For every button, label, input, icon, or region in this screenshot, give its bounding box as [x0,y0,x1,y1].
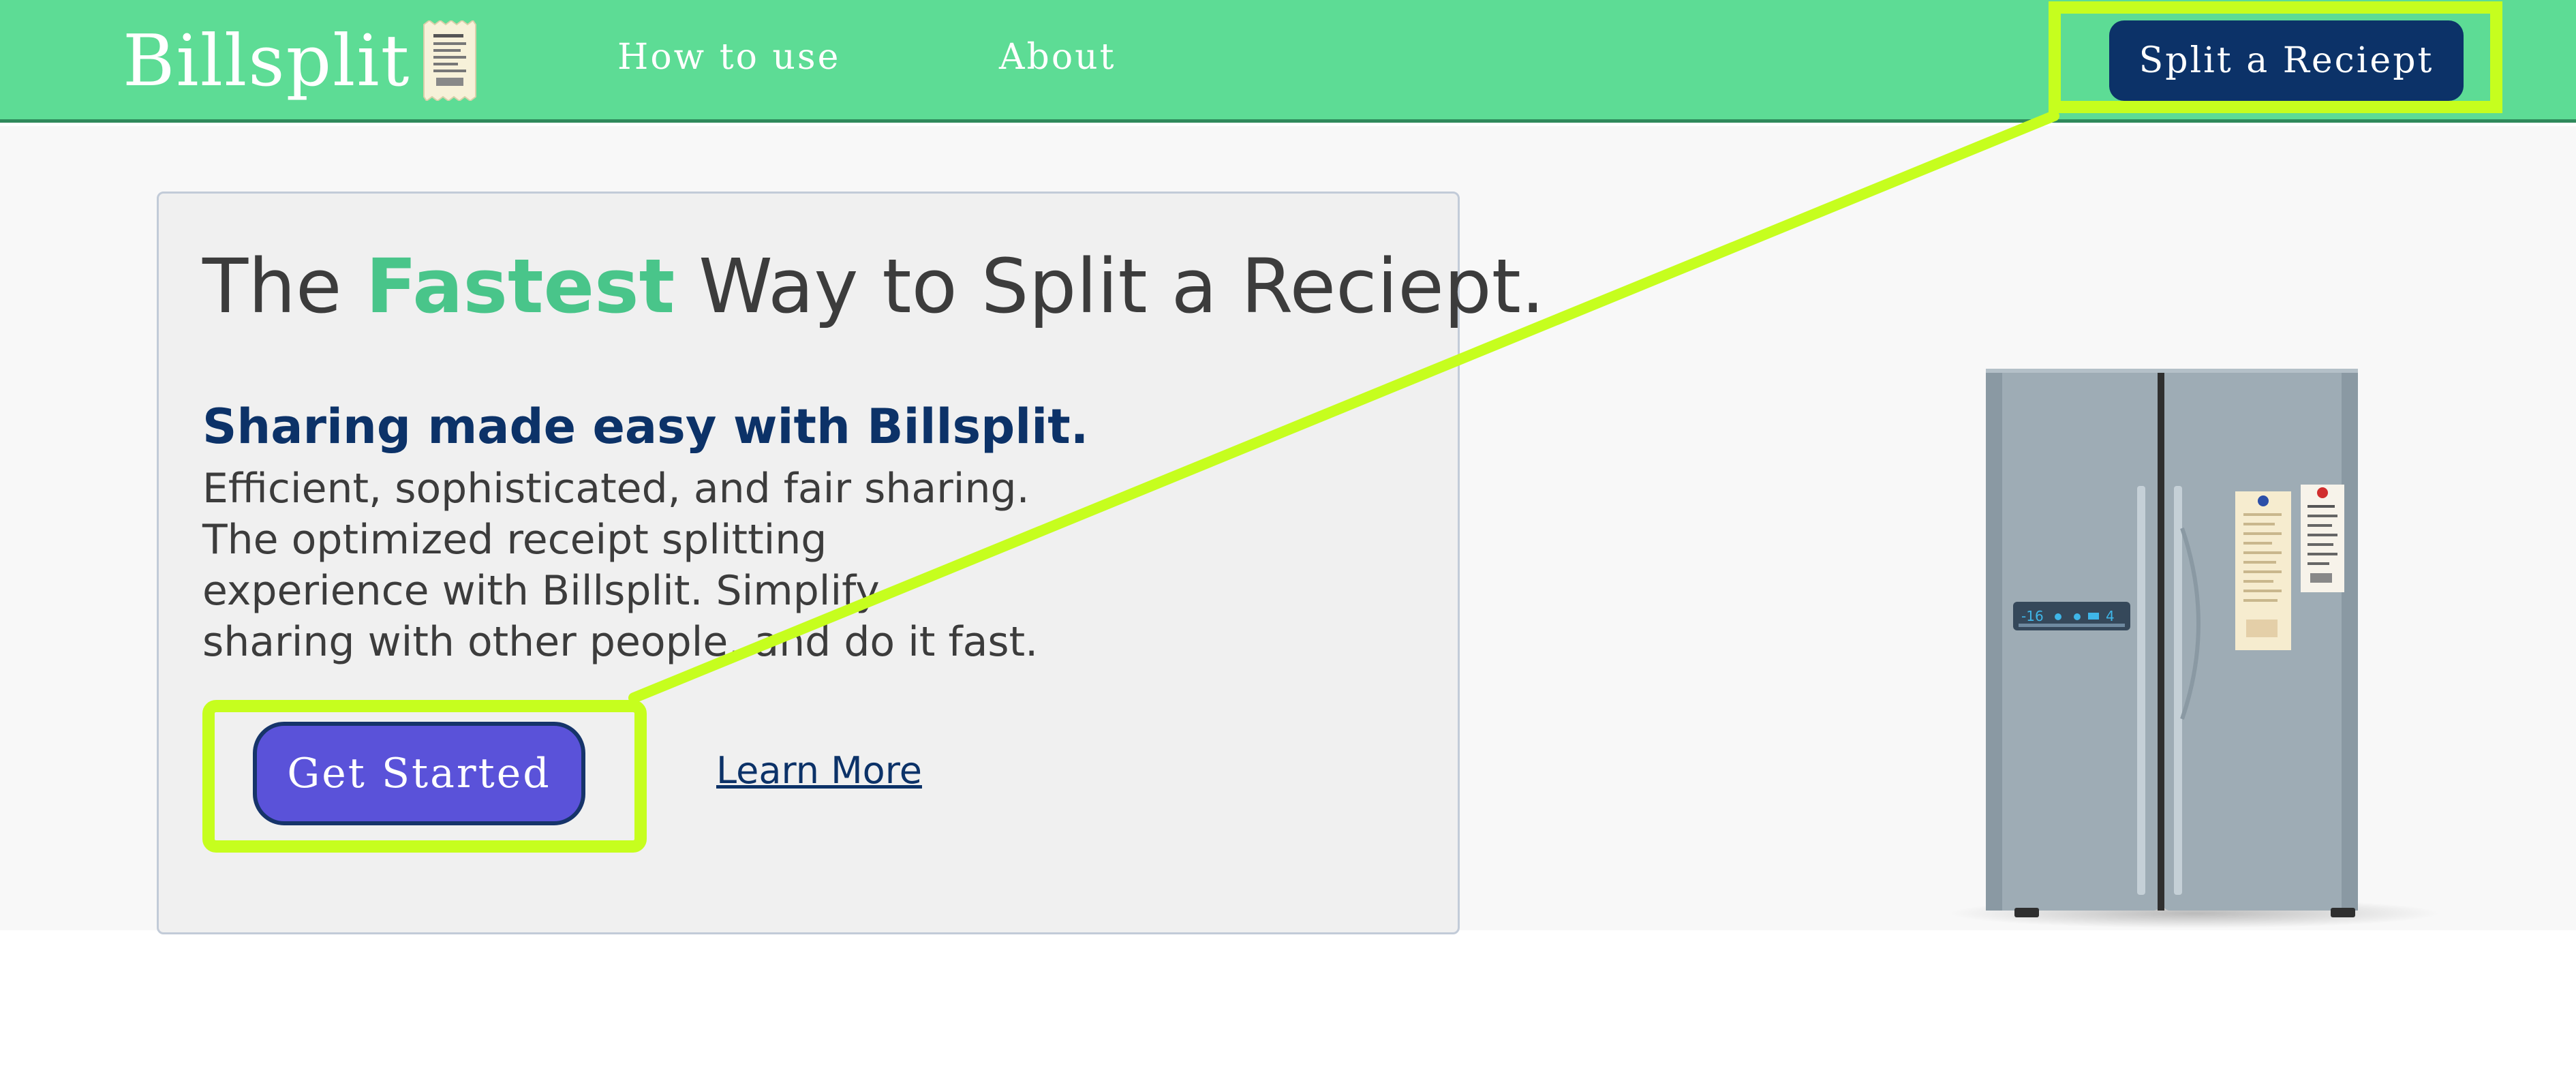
headline-start: The [202,243,366,330]
page-title: The Fastest Way to Split a Reciept. [202,241,1545,331]
fridge-temp-left: -16 [2021,608,2044,624]
nav-link-how-to-use[interactable]: How to use [617,37,840,78]
brand-name: Billsplit [123,19,411,102]
refrigerator-illustration: -16 4 [1949,369,2440,928]
headline-accent: Fastest [365,243,675,330]
nav-link-about[interactable]: About [999,37,1116,78]
learn-more-link[interactable]: Learn More [716,749,922,793]
split-receipt-button[interactable]: Split a Reciept [2109,20,2464,101]
hero-section: The Fastest Way to Split a Reciept. Shar… [0,126,2576,934]
fridge-temp-right: 4 [2106,608,2115,624]
hero-description: Efficient, sophisticated, and fair shari… [202,465,1039,666]
receipt-on-fridge-left [2235,491,2291,650]
fridge-display-panel: -16 4 [2013,602,2130,630]
hero-subheading: Sharing made easy with Billsplit. [202,399,1089,455]
hero-card: The Fastest Way to Split a Reciept. Shar… [157,192,1545,934]
brand-logo[interactable]: Billsplit [123,16,477,105]
headline-end: Way to Split a Reciept. [675,243,1545,330]
receipt-icon [423,20,477,101]
get-started-button[interactable]: Get Started [253,722,585,825]
top-navbar: Billsplit How to use About Split a Recie… [0,0,2576,123]
receipt-on-fridge-right [2301,485,2344,592]
